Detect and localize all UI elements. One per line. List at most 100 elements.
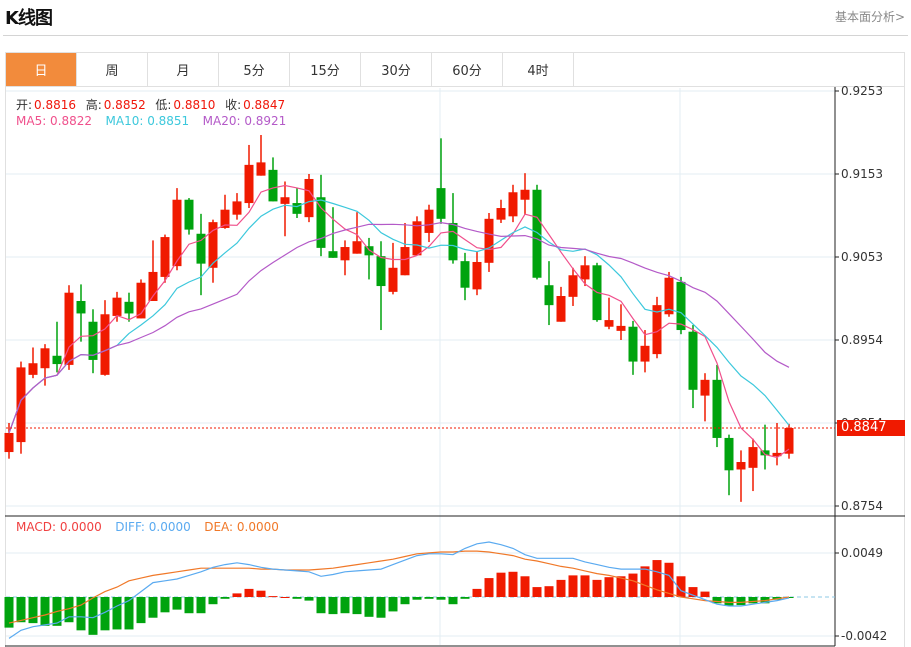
macd-bar [28, 597, 38, 624]
macd-bar [484, 578, 494, 597]
macd-bar [256, 590, 266, 597]
candle-body [328, 251, 338, 258]
macd-bar [556, 579, 566, 597]
macd-bar [472, 588, 482, 597]
candle-body [16, 367, 26, 443]
candle-body [340, 247, 350, 261]
close-label: 收: [225, 98, 242, 112]
macd-bar [388, 597, 398, 612]
low-value: 0.8810 [173, 98, 216, 112]
candle-body [100, 314, 110, 375]
macd-bar [652, 560, 662, 597]
macd-bar [196, 597, 206, 614]
macd-bar [292, 597, 302, 599]
candle-body [604, 320, 614, 327]
macd-bar [724, 597, 734, 607]
ma20-value: MA20: 0.8921 [202, 114, 287, 128]
macd-bar [448, 597, 458, 605]
macd-bar [244, 588, 254, 597]
candle-body [364, 246, 374, 256]
candle-body [700, 379, 710, 396]
macd-bar [280, 597, 290, 598]
ma20-line [8, 221, 790, 434]
candle-body [640, 345, 650, 362]
candle-body [628, 326, 638, 362]
candle-body [736, 462, 746, 470]
macd-bar [544, 586, 554, 597]
diff-value: DIFF: 0.0000 [115, 520, 191, 534]
open-label: 开: [16, 98, 33, 112]
macd-bar [316, 597, 326, 614]
candle-body [400, 247, 410, 276]
candle-body [748, 447, 758, 468]
candle-body [724, 437, 734, 471]
macd-bar [112, 597, 122, 630]
ohlc-info: 开: 0.8816 高: 0.8852 低: 0.8810 收: 0.8847 [16, 96, 287, 113]
candle-body [160, 237, 170, 277]
candle-body [244, 164, 254, 204]
candle-body [268, 169, 278, 202]
macd-bar [532, 587, 542, 597]
macd-bar [712, 597, 722, 604]
macd-bar [232, 593, 242, 597]
macd-info: MACD: 0.0000 DIFF: 0.0000 DEA: 0.0000 [16, 520, 281, 534]
candle-body [436, 188, 446, 219]
candle-body [784, 427, 794, 454]
price-tick: 0.9153 [841, 167, 883, 181]
macd-bar [172, 597, 182, 610]
macd-bar [340, 597, 350, 614]
candle-body [40, 348, 50, 369]
macd-bar [460, 597, 470, 599]
macd-bar [640, 566, 650, 597]
macd-bar [508, 571, 518, 597]
candle-body [412, 221, 422, 256]
candle-body [580, 265, 590, 280]
candle-body [544, 285, 554, 306]
candle-body [112, 297, 122, 316]
macd-bar [376, 597, 386, 618]
macd-value: MACD: 0.0000 [16, 520, 102, 534]
macd-bar [304, 597, 314, 601]
candle-body [376, 256, 386, 287]
ma5-line [8, 184, 790, 459]
candle-body [532, 189, 542, 278]
candle-body [556, 296, 566, 322]
candle-body [28, 363, 38, 375]
ma-info: MA5: 0.8822 MA10: 0.8851 MA20: 0.8921 [16, 114, 288, 128]
candle-body [484, 218, 494, 263]
price-tick: 0.9053 [841, 250, 883, 264]
high-label: 高: [85, 98, 102, 112]
ma10-line [8, 199, 790, 434]
macd-bar [400, 597, 410, 605]
candle-body [460, 261, 470, 288]
macd-bar [424, 597, 434, 599]
candle-body [352, 241, 362, 254]
macd-bar [184, 597, 194, 614]
price-tick: 0.9253 [841, 84, 883, 98]
candle-body [304, 178, 314, 218]
macd-bar [736, 597, 746, 606]
macd-bar [436, 597, 446, 600]
candle-body [424, 209, 434, 233]
ma10-value: MA10: 0.8851 [105, 114, 190, 128]
open-value: 0.8816 [34, 98, 77, 112]
candle-body [316, 197, 326, 248]
macd-bar [520, 576, 530, 597]
candle-body [280, 197, 290, 204]
candle-body [472, 261, 482, 290]
candle-body [184, 199, 194, 230]
macd-bar [592, 579, 602, 597]
candle-body [76, 300, 86, 314]
macd-bar [412, 597, 422, 600]
macd-bar [352, 597, 362, 615]
candle-body [616, 325, 626, 331]
macd-bar [748, 597, 758, 604]
macd-bar [364, 597, 374, 617]
current-price-tag: 0.8847 [837, 420, 905, 436]
close-value: 0.8847 [243, 98, 286, 112]
price-tick: 0.8754 [841, 499, 883, 513]
candle-body [712, 379, 722, 438]
macd-bar [76, 597, 86, 631]
price-tick: 0.8954 [841, 333, 883, 347]
candle-body [124, 301, 134, 314]
